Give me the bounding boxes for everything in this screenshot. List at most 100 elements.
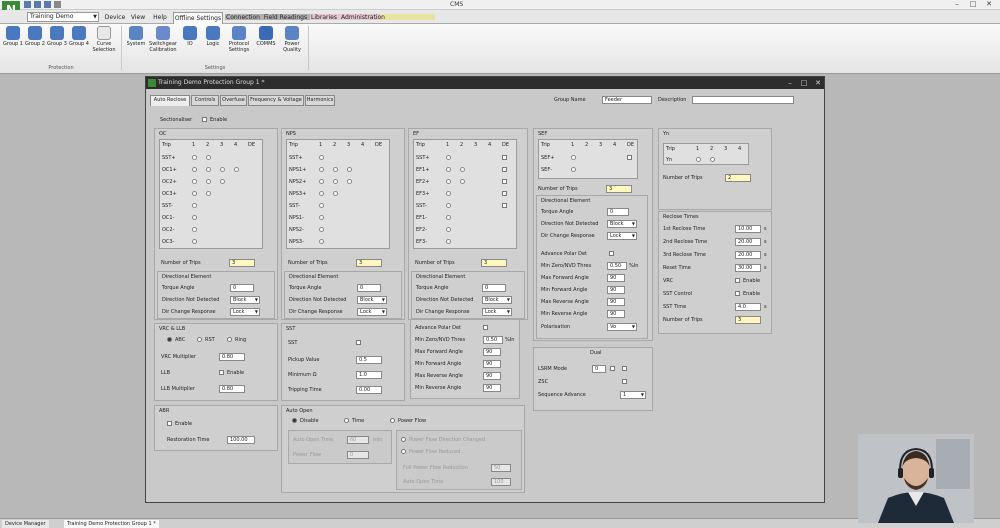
ef-mzv-input[interactable]: 0.50 [483, 336, 503, 344]
minimum-input[interactable]: 1.0 [356, 371, 382, 379]
sef-mzv-input[interactable]: 0.50 [607, 262, 627, 270]
llb-multiplier-input[interactable]: 0.80 [219, 385, 245, 393]
trip-cell[interactable] [319, 167, 324, 172]
de-checkbox[interactable] [502, 179, 507, 184]
trip-cell[interactable] [333, 191, 338, 196]
trip-cell[interactable] [192, 227, 197, 232]
ef-number-of-trips-input[interactable]: 3 [481, 259, 507, 267]
torque-angle-input[interactable]: 0 [482, 284, 506, 292]
pfd-radio[interactable] [401, 437, 406, 442]
dir-change-response-select[interactable]: Lock ▼ [607, 232, 637, 240]
trip-cell[interactable] [446, 191, 451, 196]
group-name-input[interactable]: Feeder [602, 96, 652, 104]
trip-cell[interactable] [460, 167, 465, 172]
trip-cell[interactable] [347, 179, 352, 184]
trip-cell[interactable] [446, 167, 451, 172]
sef-mra-input[interactable]: 90 [607, 298, 625, 306]
trip-cell[interactable] [192, 167, 197, 172]
tab-device[interactable]: Device [103, 12, 127, 24]
dialog-close-icon[interactable]: ✕ [812, 77, 824, 89]
yn-number-of-trips-input[interactable]: 2 [725, 174, 751, 182]
dir-change-response-select[interactable]: Lock ▼ [357, 308, 387, 316]
auto-open-power-radio[interactable] [390, 418, 395, 423]
trip-cell[interactable] [192, 203, 197, 208]
trip-cell[interactable] [333, 167, 338, 172]
trip-cell[interactable] [696, 157, 701, 162]
group-1-button[interactable]: Group 1 [3, 26, 23, 47]
trip-cell[interactable] [333, 179, 338, 184]
ef-apd-checkbox[interactable] [483, 325, 488, 330]
open-time-input[interactable]: 60 [347, 436, 369, 444]
maximize-icon[interactable]: □ [966, 0, 980, 8]
trip-cell[interactable] [234, 167, 239, 172]
torque-angle-input[interactable]: 0 [230, 284, 254, 292]
de-checkbox[interactable] [502, 191, 507, 196]
power-quality-button[interactable]: Power Quality [280, 26, 304, 53]
system-button[interactable]: System [126, 26, 146, 47]
group-2-button[interactable]: Group 2 [25, 26, 45, 47]
switchgear-calibration-button[interactable]: Switchgear Calibration [148, 26, 178, 53]
rst-radio[interactable] [197, 337, 202, 342]
sst-checkbox[interactable] [356, 340, 361, 345]
de-checkbox[interactable] [502, 155, 507, 160]
llb-enable-checkbox[interactable] [219, 370, 224, 375]
ring-radio[interactable] [227, 337, 232, 342]
direction-not-detected-select[interactable]: Block ▼ [230, 296, 260, 304]
save-icon[interactable] [24, 1, 31, 8]
reclose-trips-input[interactable]: 3 [735, 316, 761, 324]
restoration-time-input[interactable]: 100.00 [227, 436, 255, 444]
trip-cell[interactable] [446, 203, 451, 208]
trip-cell[interactable] [446, 179, 451, 184]
trip-cell[interactable] [319, 203, 324, 208]
pfr-radio[interactable] [401, 449, 406, 454]
tab-overfuse[interactable]: Overfuse [220, 95, 247, 106]
trip-cell[interactable] [220, 167, 225, 172]
ef-mra-input[interactable]: 90 [483, 372, 501, 380]
abr-enable-checkbox[interactable] [167, 421, 172, 426]
reclose-1-input[interactable]: 10.00 [735, 225, 761, 233]
ef-mira-input[interactable]: 90 [483, 384, 501, 392]
trip-cell[interactable] [319, 179, 324, 184]
tab-device-manager[interactable]: Device Manager [2, 520, 49, 528]
sef-number-of-trips-input[interactable]: 3 [606, 185, 632, 193]
trip-cell[interactable] [319, 155, 324, 160]
tab-view[interactable]: View [128, 12, 148, 24]
minimize-icon[interactable]: – [950, 0, 964, 8]
tab-field-readings[interactable]: Field Readings [263, 12, 308, 24]
lsrm-mode-input[interactable]: 0 [592, 365, 606, 373]
tab-libraries[interactable]: Libraries [310, 12, 338, 24]
trip-cell[interactable] [220, 179, 225, 184]
trip-cell[interactable] [347, 167, 352, 172]
nps-number-of-trips-input[interactable]: 3 [356, 259, 382, 267]
description-input[interactable] [692, 96, 794, 104]
curve-selection-button[interactable]: Curve Selection [92, 26, 116, 53]
trip-cell[interactable] [206, 191, 211, 196]
dir-change-response-select[interactable]: Lock ▼ [482, 308, 512, 316]
tab-frequency-voltage[interactable]: Frequency & Voltage [248, 95, 304, 106]
de-checkbox[interactable] [502, 167, 507, 172]
direction-not-detected-select[interactable]: Block ▼ [607, 220, 637, 228]
reset-time-input[interactable]: 30.00 [735, 264, 761, 272]
trip-cell[interactable] [206, 155, 211, 160]
tab-help[interactable]: Help [150, 12, 170, 24]
ef-mfa-input[interactable]: 90 [483, 348, 501, 356]
tab-auto-reclose[interactable]: Auto Reclose [150, 95, 190, 106]
trip-cell[interactable] [446, 215, 451, 220]
pickup-value-input[interactable]: 0.5 [356, 356, 382, 364]
zsc-checkbox[interactable] [622, 379, 627, 384]
open-icon[interactable] [34, 1, 41, 8]
oc-number-of-trips-input[interactable]: 3 [229, 259, 255, 267]
redo-icon[interactable] [54, 1, 61, 8]
sef-mfa-input[interactable]: 90 [607, 274, 625, 282]
polarisation-select[interactable]: Vo ▼ [607, 323, 637, 331]
dir-change-response-select[interactable]: Lock ▼ [230, 308, 260, 316]
trip-cell[interactable] [460, 179, 465, 184]
abc-radio[interactable] [167, 337, 172, 342]
trip-cell[interactable] [206, 167, 211, 172]
logic-button[interactable]: Logic [203, 26, 223, 47]
torque-angle-input[interactable]: 0 [607, 208, 629, 216]
pfr-amount-input[interactable]: 50 [491, 464, 511, 472]
reclose-2-input[interactable]: 20.00 [735, 238, 761, 246]
power-flow-input[interactable]: 0 [347, 451, 369, 459]
undo-icon[interactable] [44, 1, 51, 8]
